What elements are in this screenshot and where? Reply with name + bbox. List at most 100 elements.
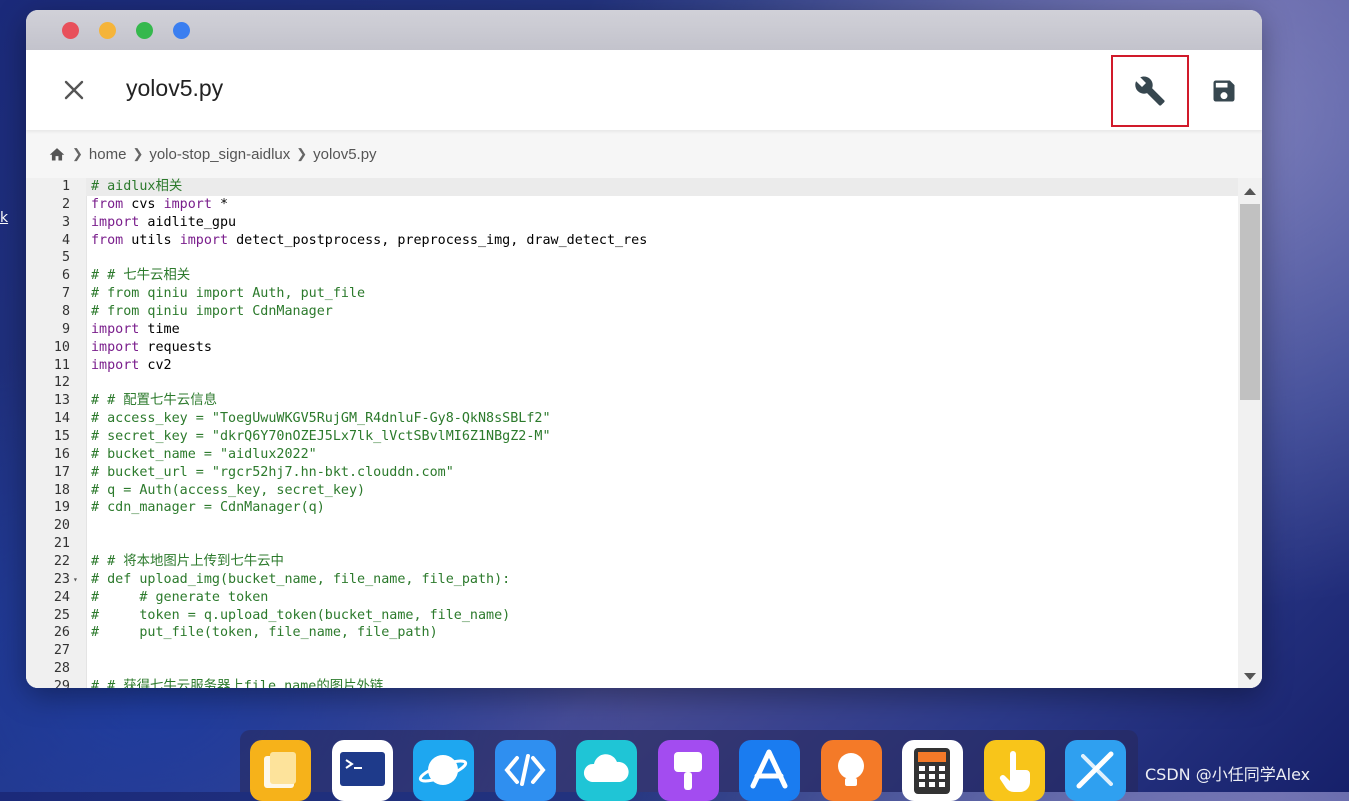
code-line[interactable]: 24 # # generate token [54, 589, 1238, 607]
scrollbar-thumb[interactable] [1240, 204, 1260, 400]
code-line[interactable]: 25 # token = q.upload_token(bucket_name, … [54, 607, 1238, 625]
line-number: 16 [53, 446, 70, 462]
code-line[interactable]: 23 ▾ # def upload_img(bucket_name, file_na… [54, 571, 1238, 589]
code-text: # # 七牛云相关 [91, 268, 191, 284]
code-token: utils [123, 232, 180, 248]
code-text: # # 配置七牛云信息 [91, 393, 217, 409]
code-line[interactable]: 19 # cdn_manager = CdnManager(q) [54, 499, 1238, 517]
code-text: # put_file(token, file_name, file_path) [91, 625, 438, 641]
code-text: # # generate token [91, 589, 269, 605]
code-area[interactable]: 1 # aidlux相关 2 from cvs import * 3 import aid… [54, 178, 1238, 688]
code-line[interactable]: 22 # # 将本地图片上传到七牛云中 [54, 553, 1238, 571]
fold-toggle-icon[interactable]: ▾ [73, 571, 78, 589]
line-number: 28 [53, 661, 70, 677]
code-token: requests [139, 339, 212, 355]
window-titlebar [26, 10, 1262, 50]
code-line[interactable]: 1 # aidlux相关 [62, 178, 1238, 196]
code-line[interactable]: 6 # # 七牛云相关 [62, 267, 1238, 285]
line-number: 22 [53, 554, 70, 570]
code-token: time [139, 321, 180, 337]
maximize-window-dot[interactable] [136, 21, 153, 39]
window-extra-dot[interactable] [173, 21, 190, 39]
code-token: * [211, 196, 229, 212]
line-number: 23 [53, 571, 70, 587]
line-number: 11 [53, 357, 70, 373]
code-line[interactable]: 2 from cvs import * [62, 196, 1238, 214]
code-line[interactable]: 20 [54, 517, 1238, 535]
code-token: cv2 [139, 357, 172, 373]
code-text: # bucket_url = "rgcr52hj7.hn-bkt.clouddn… [91, 464, 454, 480]
scroll-up-arrow-icon[interactable] [1244, 188, 1256, 195]
page-title: yolov5.py [126, 75, 224, 101]
scroll-down-arrow-icon[interactable] [1244, 673, 1256, 680]
close-button[interactable] [60, 76, 88, 104]
close-window-dot[interactable] [62, 21, 79, 39]
code-line[interactable]: 12 [54, 374, 1238, 392]
code-keyword: import [163, 196, 212, 212]
line-number: 15 [53, 429, 70, 445]
line-number: 12 [53, 375, 70, 391]
tool-button[interactable] [1111, 55, 1189, 127]
code-line[interactable]: 7 # from qiniu import Auth, put_file [62, 285, 1238, 303]
line-number: 2 [61, 196, 70, 212]
code-line[interactable]: 5 [62, 249, 1238, 267]
code-line[interactable]: 11 import cv2 [54, 357, 1238, 375]
code-line[interactable]: 27 [54, 642, 1238, 660]
line-number: 7 [61, 286, 70, 302]
line-number: 26 [53, 625, 70, 641]
breadcrumb-item-home[interactable]: home [89, 146, 127, 163]
code-line[interactable]: 26 # put_file(token, file_name, file_path… [54, 624, 1238, 642]
code-line[interactable]: 18 # q = Auth(access_key, secret_key) [54, 482, 1238, 500]
line-number: 27 [53, 643, 70, 659]
code-keyword: import [91, 357, 140, 373]
code-text: # access_key = "ToegUwuWKGV5RujGM_R4dnlu… [91, 411, 551, 427]
close-icon [64, 80, 84, 100]
code-line[interactable]: 15 # secret_key = "dkrQ6Y70nOZEJ5Lx7lk_lV… [54, 428, 1238, 446]
code-line[interactable]: 13 # # 配置七牛云信息 [54, 392, 1238, 410]
line-number: 24 [53, 589, 70, 605]
line-number: 20 [53, 518, 70, 534]
code-text: from cvs import * [86, 197, 228, 212]
home-icon[interactable] [48, 146, 66, 162]
code-line[interactable]: 9 import time [62, 321, 1238, 339]
code-editor[interactable]: 1 # aidlux相关 2 from cvs import * 3 import aid… [26, 178, 1262, 688]
breadcrumb-item-file[interactable]: yolov5.py [313, 146, 376, 163]
code-keyword: from [91, 232, 124, 248]
code-token: aidlite_gpu [139, 214, 237, 230]
code-token: detect_postprocess, preprocess_img, draw… [228, 232, 648, 248]
editor-window: yolov5.py ❯ home ❯ yolo-stop_sign-aidlux… [26, 10, 1262, 688]
save-button[interactable] [1209, 76, 1239, 106]
vertical-scrollbar[interactable] [1238, 178, 1262, 688]
code-line[interactable]: 16 # bucket_name = "aidlux2022" [54, 446, 1238, 464]
line-number: 14 [53, 411, 70, 427]
code-keyword: import [179, 232, 229, 248]
breadcrumb-item-folder[interactable]: yolo-stop_sign-aidlux [149, 146, 290, 163]
line-number: 18 [53, 482, 70, 498]
minimize-window-dot[interactable] [99, 21, 116, 39]
code-line[interactable]: 28 [54, 660, 1238, 678]
chevron-right-icon: ❯ [132, 146, 144, 161]
code-text: import aidlite_gpu [86, 215, 236, 230]
line-number: 1 [61, 179, 70, 194]
code-keyword: from [91, 196, 124, 212]
code-line[interactable]: 4 from utils import detect_postprocess, p… [62, 232, 1238, 250]
code-line[interactable]: 29 # # 获得七牛云服务器上file_name的图片外链 [54, 678, 1238, 688]
code-line[interactable]: 3 import aidlite_gpu [62, 214, 1238, 232]
code-text: import time [86, 322, 180, 337]
code-line[interactable]: 14 # access_key = "ToegUwuWKGV5RujGM_R4dn… [54, 410, 1238, 428]
code-line[interactable]: 8 # from qiniu import CdnManager [62, 303, 1238, 321]
code-line[interactable]: 17 # bucket_url = "rgcr52hj7.hn-bkt.cloud… [54, 464, 1238, 482]
line-number: 13 [53, 393, 70, 409]
line-number: 4 [61, 232, 70, 248]
code-keyword: import [91, 321, 140, 337]
chevron-right-icon: ❯ [72, 146, 83, 161]
line-number: 17 [53, 464, 70, 480]
code-text: # from qiniu import CdnManager [91, 304, 333, 320]
code-text: # # 获得七牛云服务器上file_name的图片外链 [91, 679, 384, 688]
code-text: # cdn_manager = CdnManager(q) [91, 500, 325, 516]
code-line[interactable]: 10 import requests [54, 339, 1238, 357]
code-line[interactable]: 21 [54, 535, 1238, 553]
